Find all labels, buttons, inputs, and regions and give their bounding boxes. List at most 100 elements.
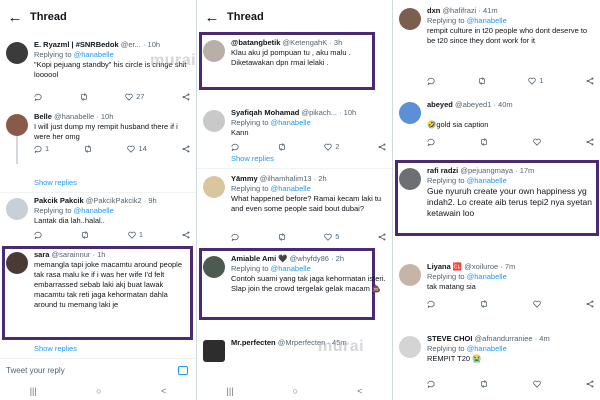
share-button[interactable] [586, 138, 594, 146]
back-icon[interactable]: < [161, 386, 166, 396]
author-handle[interactable]: @hafifrazi [442, 6, 476, 15]
retweet-button[interactable] [478, 76, 486, 86]
author-name[interactable]: dxn [427, 6, 440, 15]
mention-link[interactable]: @hanabelle [467, 272, 507, 281]
author-name[interactable]: Belle [34, 112, 52, 121]
show-replies-link[interactable]: Show replies [34, 178, 77, 187]
share-button[interactable] [378, 232, 386, 242]
retweet-button[interactable] [81, 230, 89, 240]
retweet-button[interactable] [480, 380, 488, 388]
mention-link[interactable]: @hanabelle [467, 176, 507, 185]
author-name[interactable]: abeyed [427, 100, 453, 109]
image-icon[interactable] [178, 366, 188, 375]
author-name[interactable]: rafi radzi [427, 166, 458, 175]
tweet[interactable]: sara @sarainnur · 1h memangla tapi joke … [0, 250, 196, 334]
avatar[interactable] [6, 198, 28, 220]
mention-link[interactable]: @hanabelle [467, 16, 507, 25]
author-name[interactable]: Liyana 🆑 [427, 262, 462, 271]
reply-input[interactable]: Tweet your reply [6, 366, 65, 375]
back-icon[interactable]: < [357, 386, 362, 396]
like-button[interactable] [533, 380, 541, 388]
tweet[interactable]: Pakcik Pakcik @PakcikPakcik2 · 9h Replyi… [0, 196, 196, 242]
reply-button[interactable] [34, 92, 42, 102]
back-arrow-icon[interactable]: ← [197, 9, 227, 26]
author-name[interactable]: STEVE CHOI [427, 334, 472, 343]
home-icon[interactable]: ○ [293, 386, 298, 396]
author-handle[interactable]: @ilhamhalim13 [260, 174, 312, 183]
tweet[interactable]: Syafiqah Mohamad @pikach... · 10h Replyi… [197, 108, 392, 152]
mention-link[interactable]: @hanabelle [271, 118, 311, 127]
author-name[interactable]: sara [34, 250, 49, 259]
show-replies-link[interactable]: Show replies [231, 154, 274, 163]
reply-button[interactable] [427, 380, 435, 388]
tweet[interactable]: Belle @hanabelle · 10h I will just dump … [0, 112, 196, 172]
share-button[interactable] [182, 144, 190, 154]
share-button[interactable] [182, 230, 190, 240]
retweet-button[interactable] [80, 92, 88, 102]
home-icon[interactable]: ○ [96, 386, 101, 396]
mention-link[interactable]: @hanabelle [271, 264, 311, 273]
tweet[interactable]: E. Ryazml | #SNRBedok @er... · 10h Reply… [0, 40, 196, 108]
reply-button[interactable] [427, 138, 435, 146]
author-name[interactable]: Syafiqah Mohamad [231, 108, 299, 117]
tweet[interactable]: rafi radzi @pejuangmaya · 17m Replying t… [393, 166, 600, 232]
author-handle[interactable]: @KetengahK [283, 38, 328, 47]
like-button[interactable]: 14 [127, 144, 147, 154]
reply-button[interactable]: 1 [34, 144, 49, 154]
avatar[interactable] [203, 340, 225, 362]
tweet[interactable]: STEVE CHOI @afnandurraniee · 4m Replying… [393, 334, 600, 394]
author-handle[interactable]: @afnandurraniee [475, 334, 533, 343]
tweet[interactable]: abeyed @abeyed1 · 40m 🤣gold sia caption [393, 100, 600, 150]
avatar[interactable] [6, 114, 28, 136]
avatar[interactable] [399, 336, 421, 358]
author-handle[interactable]: @whyfdy86 [290, 254, 329, 263]
author-name[interactable]: @batangbetik [231, 38, 280, 47]
like-button[interactable] [533, 300, 541, 308]
reply-button[interactable] [34, 230, 42, 240]
reply-button[interactable] [427, 76, 435, 86]
recents-icon[interactable]: ||| [227, 386, 234, 396]
author-name[interactable]: Yāmmy [231, 174, 258, 183]
author-handle[interactable]: @PakcikPakcik2 [86, 196, 142, 205]
mention-link[interactable]: @hanabelle [467, 344, 507, 353]
mention-link[interactable]: @hanabelle [74, 50, 114, 59]
tweet[interactable]: dxn @hafifrazi · 41m Replying to @hanabe… [393, 6, 600, 92]
author-handle[interactable]: @hanabelle [54, 112, 94, 121]
retweet-button[interactable] [278, 232, 286, 242]
like-button[interactable]: 2 [324, 142, 339, 152]
reply-button[interactable] [231, 142, 239, 152]
tweet[interactable]: Amiable Ami 🖤 @whyfdy86 · 2h Replying to… [197, 254, 392, 316]
tweet[interactable]: Yāmmy @ilhamhalim13 · 2h Replying to @ha… [197, 174, 392, 242]
share-button[interactable] [586, 76, 594, 86]
avatar[interactable] [399, 8, 421, 30]
retweet-button[interactable] [480, 300, 488, 308]
avatar[interactable] [6, 252, 28, 274]
author-handle[interactable]: @pikach... [301, 108, 337, 117]
recents-icon[interactable]: ||| [30, 386, 37, 396]
author-handle[interactable]: @pejuangmaya [460, 166, 513, 175]
avatar[interactable] [399, 102, 421, 124]
retweet-button[interactable] [278, 142, 286, 152]
like-button[interactable]: 1 [128, 230, 143, 240]
retweet-button[interactable] [480, 138, 488, 146]
tweet[interactable]: Liyana 🆑 @xoiluroe · 7m Replying to @han… [393, 262, 600, 318]
author-name[interactable]: Amiable Ami 🖤 [231, 254, 288, 263]
author-name[interactable]: Pakcik Pakcik [34, 196, 84, 205]
reply-button[interactable] [427, 300, 435, 308]
tweet[interactable]: @batangbetik @KetengahK · 3h Klau aku jd… [197, 38, 392, 88]
reply-button[interactable] [231, 232, 239, 242]
mention-link[interactable]: @hanabelle [271, 184, 311, 193]
back-arrow-icon[interactable]: ← [0, 9, 30, 26]
avatar[interactable] [399, 168, 421, 190]
retweet-button[interactable] [84, 144, 92, 154]
avatar[interactable] [203, 40, 225, 62]
avatar[interactable] [6, 42, 28, 64]
author-handle[interactable]: @er... [121, 40, 141, 49]
author-handle[interactable]: @sarainnur [52, 250, 91, 259]
avatar[interactable] [203, 176, 225, 198]
like-button[interactable]: 5 [324, 232, 339, 242]
like-button[interactable]: 27 [125, 92, 144, 102]
mention-link[interactable]: @hanabelle [74, 206, 114, 215]
show-replies-link[interactable]: Show replies [34, 344, 77, 353]
author-name[interactable]: Mr.perfecten [231, 338, 276, 347]
